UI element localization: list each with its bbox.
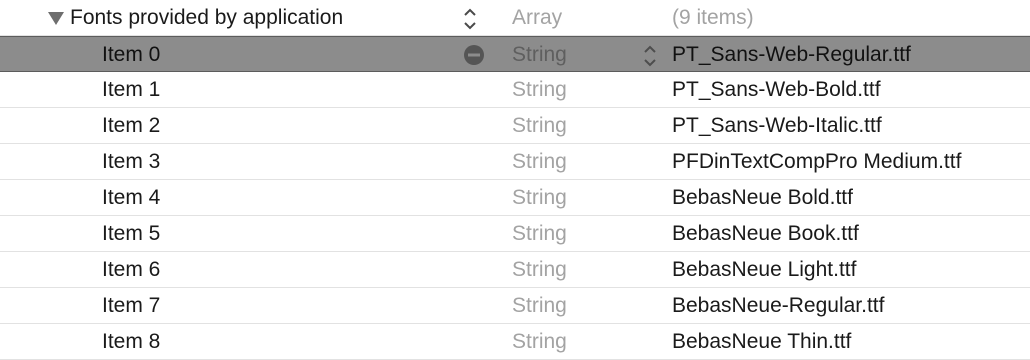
item-value[interactable]: PT_Sans-Web-Regular.ttf xyxy=(672,37,911,72)
list-item-8[interactable]: Item 8 String BebasNeue Thin.ttf xyxy=(0,324,1030,360)
item-type[interactable]: String xyxy=(512,216,567,251)
item-value[interactable]: BebasNeue Book.ttf xyxy=(672,216,859,251)
item-value[interactable]: BebasNeue Light.ttf xyxy=(672,252,856,287)
disclosure-triangle-icon[interactable] xyxy=(48,12,64,25)
item-value[interactable]: BebasNeue Thin.ttf xyxy=(672,324,851,359)
list-item-6[interactable]: Item 6 String BebasNeue Light.ttf xyxy=(0,252,1030,288)
list-item-0[interactable]: Item 0 String PT_Sans-Web-Regular.ttf xyxy=(0,36,1030,72)
list-item-7[interactable]: Item 7 String BebasNeue-Regular.ttf xyxy=(0,288,1030,324)
item-value[interactable]: PT_Sans-Web-Italic.ttf xyxy=(672,108,882,143)
remove-item-icon[interactable] xyxy=(463,44,485,66)
item-value[interactable]: PT_Sans-Web-Bold.ttf xyxy=(672,72,881,107)
array-count-label: (9 items) xyxy=(672,6,754,29)
item-value[interactable]: PFDinTextCompPro Medium.ttf xyxy=(672,144,961,179)
item-key[interactable]: Item 6 xyxy=(102,252,160,287)
array-row-fonts-provided[interactable]: Fonts provided by application Array (9 i… xyxy=(0,0,1030,36)
item-type[interactable]: String xyxy=(512,324,567,359)
item-key[interactable]: Item 4 xyxy=(102,180,160,215)
item-value[interactable]: BebasNeue Bold.ttf xyxy=(672,180,853,215)
item-type[interactable]: String xyxy=(512,37,567,72)
item-key[interactable]: Item 2 xyxy=(102,108,160,143)
item-key[interactable]: Item 0 xyxy=(102,37,160,72)
type-stepper-icon[interactable] xyxy=(642,41,658,71)
list-item-3[interactable]: Item 3 String PFDinTextCompPro Medium.tt… xyxy=(0,144,1030,180)
item-type[interactable]: String xyxy=(512,288,567,323)
item-key[interactable]: Item 5 xyxy=(102,216,160,251)
list-item-2[interactable]: Item 2 String PT_Sans-Web-Italic.ttf xyxy=(0,108,1030,144)
key-stepper-icon[interactable] xyxy=(462,4,478,34)
list-item-5[interactable]: Item 5 String BebasNeue Book.ttf xyxy=(0,216,1030,252)
list-item-4[interactable]: Item 4 String BebasNeue Bold.ttf xyxy=(0,180,1030,216)
item-type[interactable]: String xyxy=(512,108,567,143)
array-key-label[interactable]: Fonts provided by application xyxy=(70,0,343,35)
item-type[interactable]: String xyxy=(512,72,567,107)
item-type[interactable]: String xyxy=(512,252,567,287)
item-key[interactable]: Item 8 xyxy=(102,324,160,359)
item-type[interactable]: String xyxy=(512,180,567,215)
array-type-label[interactable]: Array xyxy=(512,0,562,35)
item-value[interactable]: BebasNeue-Regular.ttf xyxy=(672,288,884,323)
item-key[interactable]: Item 7 xyxy=(102,288,160,323)
item-key[interactable]: Item 1 xyxy=(102,72,160,107)
property-list-editor: Fonts provided by application Array (9 i… xyxy=(0,0,1030,360)
item-type[interactable]: String xyxy=(512,144,567,179)
item-key[interactable]: Item 3 xyxy=(102,144,160,179)
list-item-1[interactable]: Item 1 String PT_Sans-Web-Bold.ttf xyxy=(0,72,1030,108)
